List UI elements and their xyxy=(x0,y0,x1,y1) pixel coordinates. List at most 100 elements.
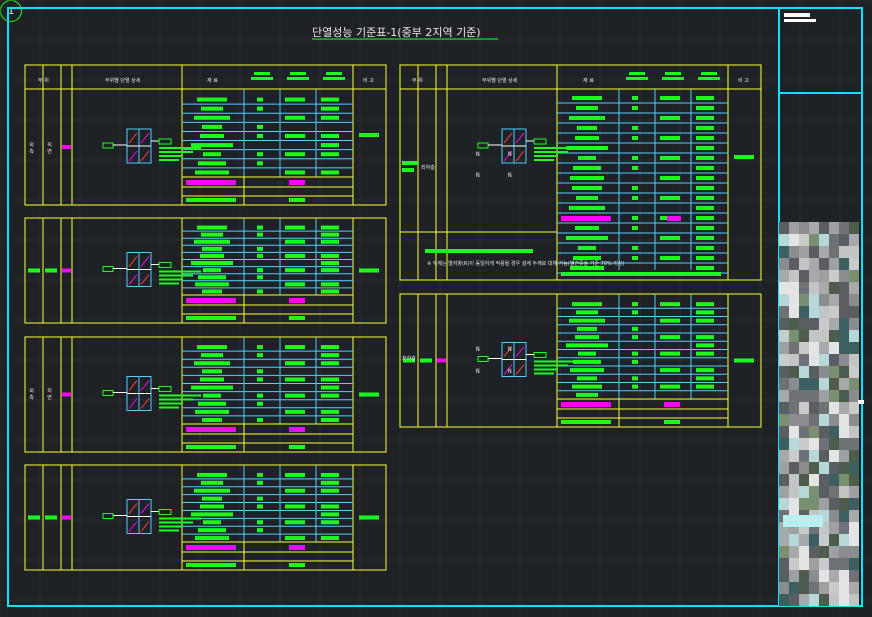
material-label-fill xyxy=(195,282,229,287)
material-label-fill xyxy=(201,106,223,111)
blurred-title-block-pixel xyxy=(849,594,859,606)
value-fill xyxy=(321,170,339,175)
blurred-title-block-pixel xyxy=(819,462,829,474)
blurred-title-block-pixel xyxy=(799,234,809,246)
total-accent-fill xyxy=(289,427,305,432)
value-fill xyxy=(696,310,714,315)
value-fill xyxy=(696,216,714,220)
blurred-title-block-pixel xyxy=(799,378,809,390)
material-label-fill xyxy=(575,226,599,230)
blurred-title-block-pixel xyxy=(809,594,819,606)
blurred-title-block-pixel xyxy=(789,402,799,414)
blurred-title-block-pixel xyxy=(789,498,799,510)
material-label-fill xyxy=(200,377,224,382)
value-fill xyxy=(257,520,263,525)
blurred-title-block-pixel xyxy=(819,402,829,414)
detail-hatch xyxy=(128,503,138,514)
section-marker: N xyxy=(508,346,512,353)
detail-note xyxy=(159,402,183,405)
detail-callout xyxy=(102,513,114,519)
total-fill xyxy=(561,420,611,424)
detail-hatch xyxy=(128,380,138,391)
row-label-lowest-floor-top: 최하층 xyxy=(421,165,435,171)
value-fill xyxy=(696,246,714,250)
blurred-title-block-pixel xyxy=(809,534,819,546)
value-fill xyxy=(696,236,714,240)
blurred-title-block-pixel xyxy=(849,546,859,558)
total-accent-fill xyxy=(186,545,236,550)
header-section-right: 부위별 단열 상세 xyxy=(482,78,518,84)
blurred-title-block-pixel xyxy=(849,534,859,546)
value-fill xyxy=(257,496,263,501)
blurred-title-block-pixel xyxy=(819,438,829,450)
value-fill xyxy=(257,377,263,382)
value-fill xyxy=(321,417,339,422)
total-fill xyxy=(186,563,236,567)
value-fill xyxy=(696,106,714,110)
material-label-fill xyxy=(194,239,230,244)
blurred-title-block-pixel xyxy=(819,558,829,570)
header-material: 재 료 xyxy=(207,78,218,84)
blurred-title-block-pixel xyxy=(849,582,859,594)
blurred-title-block-pixel xyxy=(819,450,829,462)
blurred-title-block-pixel xyxy=(829,270,839,282)
blurred-title-block-pixel xyxy=(829,438,839,450)
material-label-fill xyxy=(569,318,605,323)
blurred-title-block-pixel xyxy=(829,222,839,234)
part-tag xyxy=(402,161,418,165)
value-fill xyxy=(696,302,714,307)
value-fill xyxy=(696,186,714,190)
blurred-title-block-pixel xyxy=(789,378,799,390)
section-marker: N xyxy=(476,346,480,353)
value-fill xyxy=(257,268,263,273)
blurred-title-block-pixel xyxy=(809,486,819,498)
blurred-title-block-pixel xyxy=(829,342,839,354)
material-label-fill xyxy=(197,345,227,350)
blurred-title-block-pixel xyxy=(839,534,849,546)
blurred-title-block-pixel xyxy=(809,546,819,558)
value-fill xyxy=(321,536,339,541)
blurred-title-block-pixel xyxy=(849,510,859,522)
header-fill xyxy=(290,72,306,75)
blurred-title-block-pixel xyxy=(829,534,839,546)
blurred-title-block-pixel xyxy=(779,426,789,438)
value-fill xyxy=(632,335,638,340)
blurred-title-block-pixel xyxy=(849,282,859,294)
blurred-title-block-pixel xyxy=(819,366,829,378)
blurred-title-block-pixel xyxy=(819,390,829,402)
blurred-title-block-pixel xyxy=(839,426,849,438)
blurred-title-block-pixel xyxy=(779,438,789,450)
value-fill xyxy=(660,384,680,389)
blurred-title-block-pixel xyxy=(829,306,839,318)
detail-note xyxy=(534,155,558,157)
remark-fill xyxy=(734,155,754,159)
detail-callout xyxy=(158,138,172,145)
detail-note xyxy=(534,360,576,363)
detail-hatch xyxy=(128,132,138,144)
blurred-title-block-pixel xyxy=(789,474,799,486)
detail-note xyxy=(159,517,201,520)
blurred-title-block-pixel xyxy=(779,234,789,246)
remark-fill xyxy=(359,392,379,397)
blurred-title-block-pixel xyxy=(789,270,799,282)
blurred-title-block-pixel xyxy=(779,330,789,342)
detail-callout xyxy=(158,386,172,392)
value-fill xyxy=(257,472,263,477)
blurred-title-block-pixel xyxy=(839,258,849,270)
detail-note xyxy=(159,270,201,273)
value-fill xyxy=(632,106,638,110)
detail-note xyxy=(159,525,183,528)
blurred-title-block-pixel xyxy=(779,390,789,402)
blurred-title-block-pixel xyxy=(819,294,829,306)
section-marker: N xyxy=(476,368,480,375)
value-fill xyxy=(696,343,714,348)
blurred-title-block-pixel xyxy=(839,366,849,378)
blurred-title-block-pixel xyxy=(789,450,799,462)
blurred-title-block-pixel xyxy=(809,498,819,510)
material-label-fill xyxy=(578,156,596,160)
material-label-fill xyxy=(570,176,604,180)
blurred-title-block-pixel xyxy=(799,318,809,330)
blurred-title-block-pixel xyxy=(779,474,789,486)
material-label-fill xyxy=(195,170,229,175)
blurred-title-block-pixel xyxy=(849,474,859,486)
